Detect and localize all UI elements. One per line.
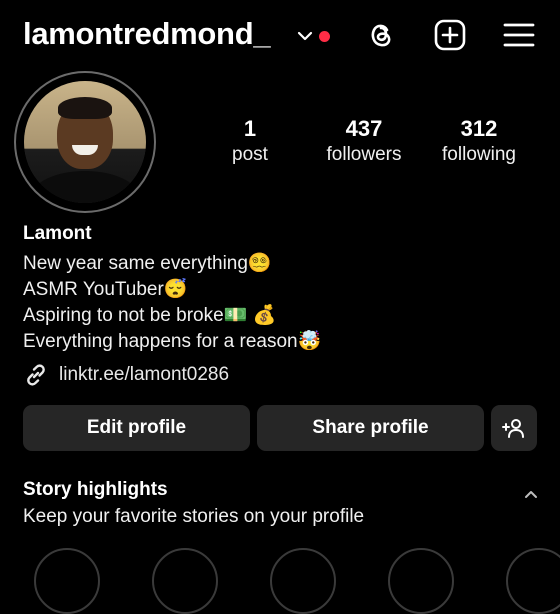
highlight-circle[interactable] — [152, 548, 218, 614]
stat-followers[interactable]: 437 followers — [309, 116, 419, 168]
stat-value: 437 — [345, 116, 383, 141]
chevron-down-icon[interactable] — [296, 27, 314, 45]
menu-icon[interactable] — [501, 17, 537, 53]
share-profile-button[interactable]: Share profile — [257, 405, 484, 451]
edit-profile-button[interactable]: Edit profile — [23, 405, 250, 451]
stat-value: 1 — [243, 116, 257, 141]
stat-label: post — [232, 144, 268, 165]
profile-bio: New year same everything😵‍💫 ASMR YouTube… — [23, 251, 321, 355]
stat-posts[interactable]: 1 post — [195, 116, 305, 168]
add-user-button[interactable] — [491, 405, 537, 451]
profile-avatar[interactable] — [14, 71, 156, 213]
stat-value: 312 — [460, 116, 498, 141]
profile-link[interactable]: linktr.ee/lamont0286 — [23, 362, 229, 388]
highlight-circle[interactable] — [506, 548, 560, 614]
new-post-icon[interactable] — [432, 17, 468, 53]
bio-line: Aspiring to not be broke💵 💰 — [23, 305, 277, 326]
stat-following[interactable]: 312 following — [424, 116, 534, 168]
profile-name: Lamont — [23, 223, 92, 244]
highlight-circle[interactable] — [388, 548, 454, 614]
threads-icon[interactable] — [363, 17, 399, 53]
bio-line: New year same everything😵‍💫 — [23, 253, 272, 274]
link-text[interactable]: linktr.ee/lamont0286 — [59, 364, 229, 386]
stat-label: following — [442, 144, 516, 165]
highlights-title: Story highlights — [23, 479, 168, 500]
highlight-circle[interactable] — [270, 548, 336, 614]
highlights-subtitle: Keep your favorite stories on your profi… — [23, 506, 365, 527]
stat-label: followers — [326, 144, 402, 165]
bio-line: Everything happens for a reason🤯 — [23, 331, 322, 352]
add-user-icon — [502, 419, 524, 438]
profile-username[interactable]: lamontredmond_ — [23, 16, 271, 52]
notification-dot — [319, 31, 330, 42]
avatar — [24, 81, 146, 203]
chevron-up-icon[interactable] — [521, 487, 541, 501]
link-icon — [27, 364, 45, 386]
bio-line: ASMR YouTuber😴 — [23, 279, 188, 300]
highlight-circle[interactable] — [34, 548, 100, 614]
